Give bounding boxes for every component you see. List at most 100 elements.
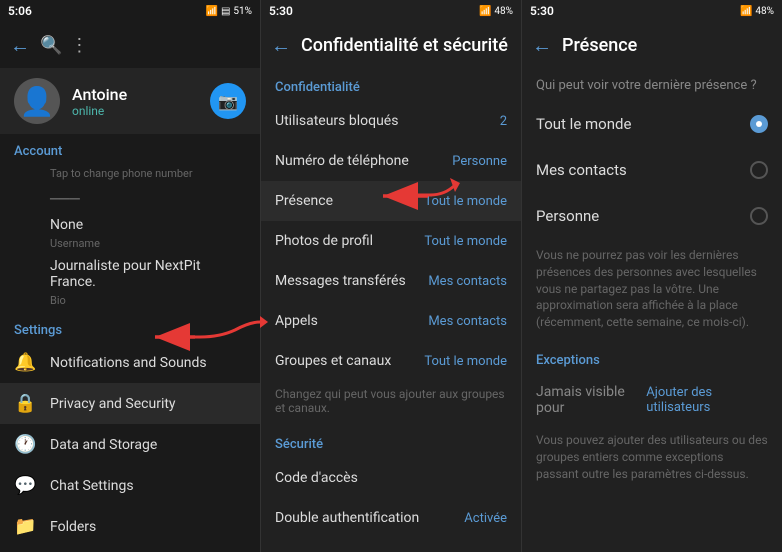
back-button-1[interactable]: ←: [10, 33, 30, 58]
time-3: 5:30: [530, 4, 554, 18]
profile-status: online: [72, 104, 127, 118]
bio-value: Journaliste pour NextPit France.: [0, 256, 260, 290]
calls-label: Appels: [275, 313, 318, 329]
wifi-icon: ▤: [221, 6, 230, 17]
confidentialite-label: Confidentialité: [261, 68, 521, 101]
presence-option-world[interactable]: Tout le monde: [522, 101, 782, 147]
nobody-label: Personne: [536, 207, 599, 225]
contacts-radio[interactable]: [750, 161, 768, 179]
profile-info: Antoine online: [72, 85, 127, 118]
signal-icon-3: 📶: [740, 6, 752, 17]
menu-item-notifications[interactable]: 🔔 Notifications and Sounds: [0, 342, 260, 383]
blocked-value: 2: [500, 114, 507, 129]
status-icons-1: 📶 ▤ 51%: [206, 6, 252, 17]
exceptions-label: Exceptions: [522, 343, 782, 374]
folders-icon: 📁: [14, 516, 36, 537]
nobody-radio[interactable]: [750, 207, 768, 225]
header-2: ← Confidentialité et sécurité: [261, 22, 521, 68]
presence-option-contacts[interactable]: Mes contacts: [522, 147, 782, 193]
more-button-1[interactable]: ⋮: [70, 35, 88, 56]
privacy-item-sessions[interactable]: Sessions actives: [261, 538, 521, 552]
privacy-item-code[interactable]: Code d'accès: [261, 458, 521, 498]
menu-item-privacy[interactable]: 🔒 Privacy and Security: [0, 383, 260, 424]
battery-1: 51%: [233, 6, 252, 17]
privacy-item-groups[interactable]: Groupes et canaux Tout le monde: [261, 341, 521, 381]
menu-item-chat[interactable]: 💬 Chat Settings: [0, 465, 260, 506]
data-label: Data and Storage: [50, 437, 157, 453]
back-button-3[interactable]: ←: [532, 33, 552, 58]
photos-label: Photos de profil: [275, 233, 373, 249]
camera-button[interactable]: 📷: [210, 83, 246, 119]
account-section-label: Account: [0, 134, 260, 163]
header-1: ← 🔍 ⋮: [0, 22, 260, 68]
contacts-label: Mes contacts: [536, 161, 627, 179]
presence-option-nobody[interactable]: Personne: [522, 193, 782, 239]
forwarded-value: Mes contacts: [428, 274, 507, 289]
battery-2: 48%: [494, 6, 513, 17]
privacy-item-forwarded[interactable]: Messages transférés Mes contacts: [261, 261, 521, 301]
groups-label: Groupes et canaux: [275, 353, 391, 369]
code-label: Code d'accès: [275, 470, 358, 486]
bio-field: Bio: [0, 290, 260, 313]
menu-item-devices[interactable]: 📱 Devices: [0, 547, 260, 552]
privacy-icon: 🔒: [14, 393, 36, 414]
securite-label: Sécurité: [261, 425, 521, 458]
phone-privacy-value: Personne: [452, 154, 507, 169]
chat-label: Chat Settings: [50, 478, 134, 494]
panel2-scroll: Confidentialité Utilisateurs bloqués 2 N…: [261, 68, 521, 552]
phone-value[interactable]: ───: [0, 186, 260, 215]
twofa-value: Activée: [464, 511, 507, 526]
menu-item-data[interactable]: 🕐 Data and Storage: [0, 424, 260, 465]
world-label: Tout le monde: [536, 115, 631, 133]
header-3: ← Présence: [522, 22, 782, 68]
status-bar-3: 5:30 📶 48%: [522, 0, 782, 22]
username-field: Username: [0, 233, 260, 256]
profile-name: Antoine: [72, 85, 127, 104]
settings-section-label: Settings: [0, 313, 260, 342]
world-radio[interactable]: [750, 115, 768, 133]
privacy-item-phone[interactable]: Numéro de téléphone Personne: [261, 141, 521, 181]
status-bar-2: 5:30 📶 48%: [261, 0, 521, 22]
chat-icon: 💬: [14, 475, 36, 496]
add-users-link[interactable]: Ajouter des utilisateurs: [646, 385, 768, 415]
calls-value: Mes contacts: [428, 314, 507, 329]
panel1-scroll: Account Tap to change phone number ─── N…: [0, 134, 260, 552]
menu-item-folders[interactable]: 📁 Folders: [0, 506, 260, 547]
privacy-item-photos[interactable]: Photos de profil Tout le monde: [261, 221, 521, 261]
photos-value: Tout le monde: [424, 234, 507, 249]
privacy-item-blocked[interactable]: Utilisateurs bloqués 2: [261, 101, 521, 141]
data-icon: 🕐: [14, 434, 36, 455]
time-1: 5:06: [8, 4, 32, 18]
phone-label: Numéro de téléphone: [275, 153, 409, 169]
privacy-label: Privacy and Security: [50, 396, 176, 412]
presence-value: Tout le monde: [424, 194, 507, 209]
presence-note: Vous ne pourrez pas voir les dernières p…: [522, 239, 782, 343]
tap-change-label: Tap to change phone number: [0, 163, 260, 186]
notifications-icon: 🔔: [14, 352, 36, 373]
never-visible-row: Jamais visible pour Ajouter des utilisat…: [522, 374, 782, 426]
presence-label: Présence: [275, 193, 333, 209]
signal-icon-2: 📶: [479, 6, 491, 17]
privacy-item-presence[interactable]: Présence Tout le monde: [261, 181, 521, 221]
panel3-title: Présence: [562, 35, 772, 56]
groups-value: Tout le monde: [424, 354, 507, 369]
signal-icon: 📶: [206, 6, 218, 17]
forwarded-label: Messages transférés: [275, 273, 406, 289]
time-2: 5:30: [269, 4, 293, 18]
status-icons-2: 📶 48%: [479, 6, 513, 17]
privacy-item-2fa[interactable]: Double authentification Activée: [261, 498, 521, 538]
folders-label: Folders: [50, 519, 96, 535]
exceptions-note: Vous pouvez ajouter des utilisateurs ou …: [522, 426, 782, 492]
presence-question: Qui peut voir votre dernière présence ?: [522, 68, 782, 101]
avatar[interactable]: 👤: [14, 78, 60, 124]
header-actions-1: 🔍 ⋮: [40, 35, 88, 56]
groups-note: Changez qui peut vous ajouter aux groupe…: [261, 381, 521, 425]
back-button-2[interactable]: ←: [271, 33, 291, 58]
status-bar-1: 5:06 📶 ▤ 51%: [0, 0, 260, 22]
panel3-scroll: Qui peut voir votre dernière présence ? …: [522, 68, 782, 552]
battery-3: 48%: [755, 6, 774, 17]
privacy-item-calls[interactable]: Appels Mes contacts: [261, 301, 521, 341]
profile-section: 👤 Antoine online 📷: [0, 68, 260, 134]
never-visible-label: Jamais visible pour: [536, 384, 646, 416]
search-button-1[interactable]: 🔍: [40, 35, 62, 56]
